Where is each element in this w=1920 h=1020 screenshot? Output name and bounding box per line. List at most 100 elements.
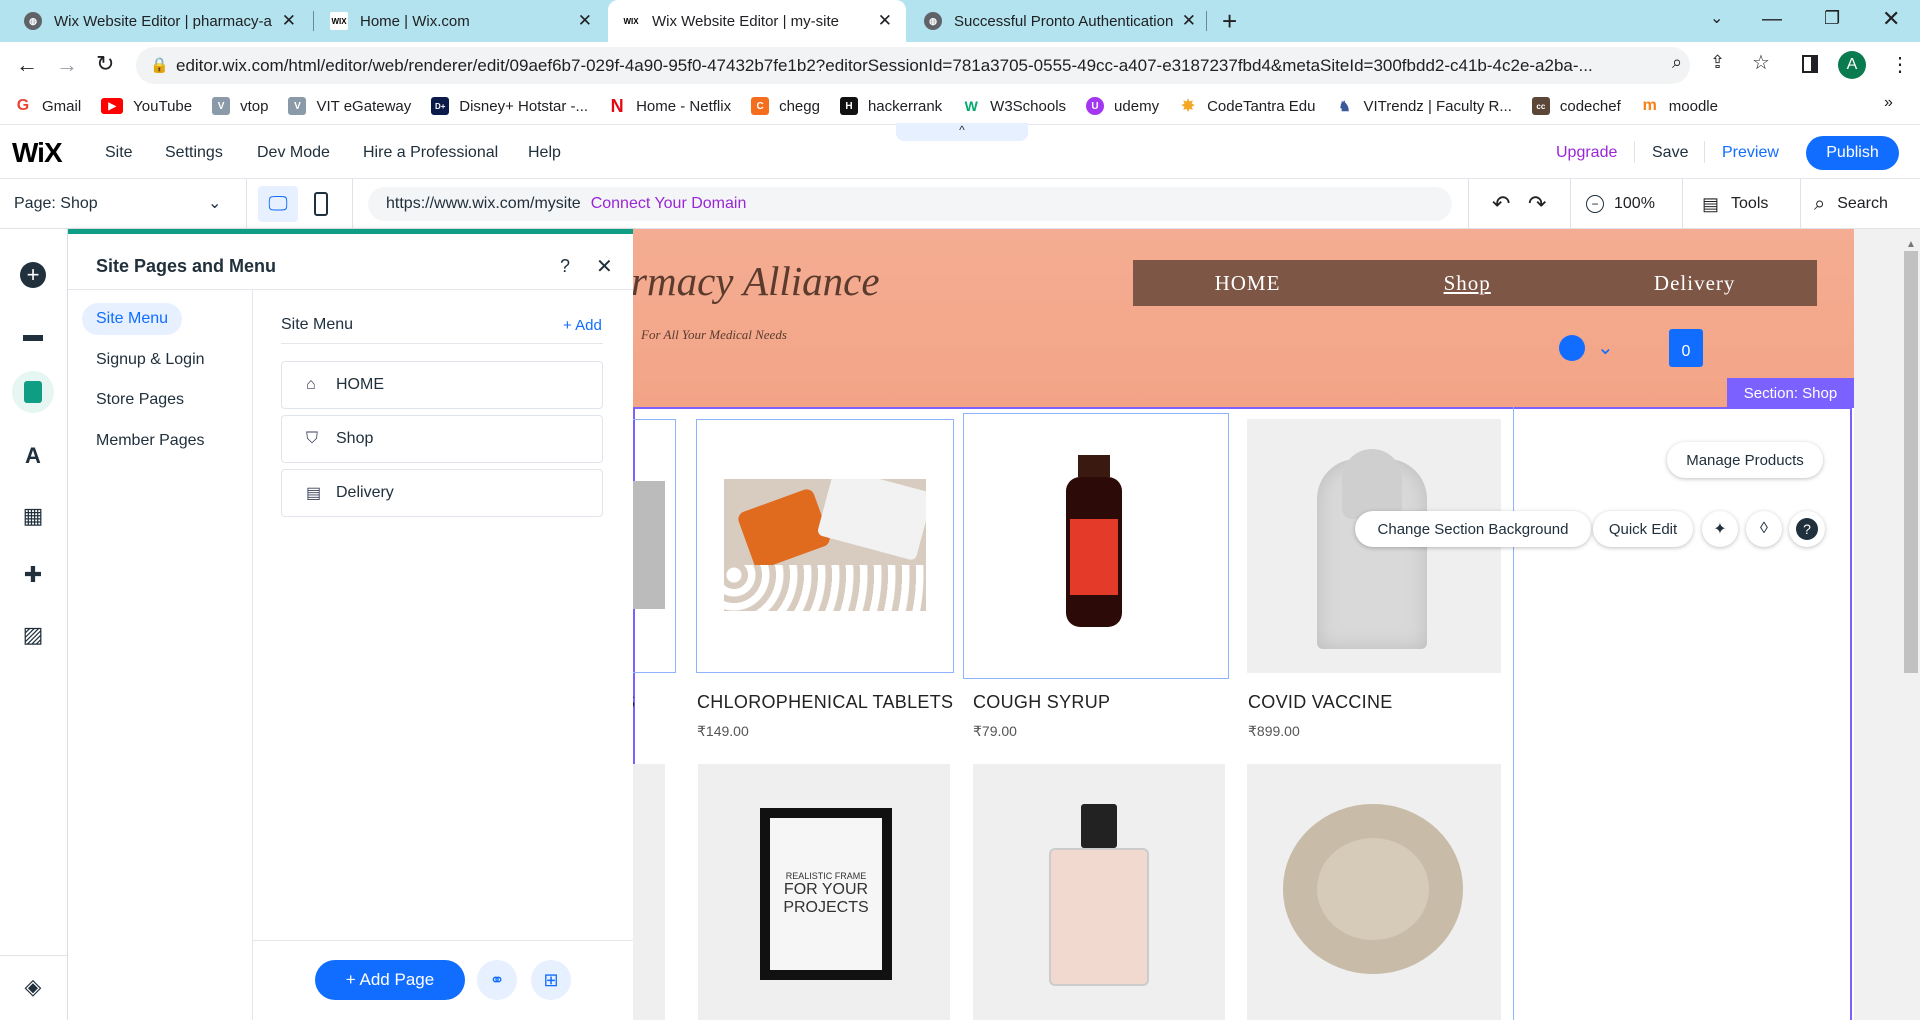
manage-products-button[interactable]: Manage Products — [1667, 442, 1823, 478]
product-price[interactable]: ₹79.00 — [973, 723, 1017, 740]
redo-icon[interactable]: ↷ — [1528, 191, 1546, 217]
add-page-button[interactable]: + Add Page — [315, 960, 465, 1000]
bookmark-vitrendz[interactable]: ♞ VITrendz | Faculty R... — [1335, 97, 1512, 115]
site-title[interactable]: rmacy Alliance — [633, 257, 880, 305]
scroll-up-icon[interactable]: ▲ — [1906, 239, 1916, 250]
page-item-delivery[interactable]: ▤ Delivery — [281, 469, 603, 517]
sections-icon[interactable]: ▬ — [20, 322, 46, 348]
product-image[interactable] — [633, 481, 665, 609]
wix-logo[interactable]: WiX — [12, 137, 63, 169]
site-nav-delivery[interactable]: Delivery — [1654, 271, 1735, 296]
layers-icon[interactable]: ◈ — [20, 974, 46, 1000]
browser-tab[interactable]: ◍ Successful Pronto Authentication ✕ — [910, 0, 1210, 42]
media-icon[interactable]: ▨ — [20, 622, 46, 648]
menu-help[interactable]: Help — [528, 125, 561, 180]
nav-site-menu[interactable]: Site Menu — [82, 303, 183, 335]
help-icon[interactable]: ? — [1789, 511, 1825, 547]
product-image-syrup[interactable] — [970, 419, 1222, 673]
cart-icon[interactable]: 0 — [1669, 329, 1703, 367]
collapse-toolbar-button[interactable]: ^ — [896, 123, 1028, 141]
bookmark-moodle[interactable]: m moodle — [1640, 97, 1718, 115]
restore-icon[interactable]: ❐ — [1824, 8, 1840, 29]
close-icon[interactable]: ✕ — [596, 254, 613, 279]
site-nav-shop[interactable]: Shop — [1444, 271, 1491, 296]
publish-button[interactable]: Publish — [1806, 136, 1899, 170]
canvas-scrollbar[interactable]: ▲ — [1854, 229, 1920, 1020]
share-icon[interactable]: ⇪ — [1710, 52, 1725, 73]
editor-canvas[interactable]: rmacy Alliance For All Your Medical Need… — [633, 229, 1854, 1020]
bookmark-codechef[interactable]: cc codechef — [1531, 97, 1621, 115]
product-image-scarf[interactable] — [1247, 764, 1501, 1020]
add-folder-icon[interactable]: ⊞ — [531, 960, 571, 1000]
bookmark-codetantra[interactable]: ✸ CodeTantra Edu — [1179, 97, 1315, 115]
search-button[interactable]: ⌕ Search — [1814, 179, 1888, 229]
bookmark-w3schools[interactable]: W W3Schools — [962, 97, 1066, 115]
undo-icon[interactable]: ↶ — [1492, 191, 1510, 217]
back-icon[interactable]: ← — [16, 52, 38, 78]
browser-tab-active[interactable]: WIX Wix Website Editor | my-site ✕ — [608, 0, 906, 42]
close-icon[interactable]: ✕ — [282, 11, 296, 31]
magic-wand-icon[interactable]: ✦ — [1702, 511, 1738, 547]
preview-button[interactable]: Preview — [1722, 125, 1779, 180]
menu-dev-mode[interactable]: Dev Mode — [257, 125, 330, 180]
bookmark-vit-egateway[interactable]: V VIT eGateway — [288, 97, 411, 115]
address-bar[interactable]: 🔒 editor.wix.com/html/editor/web/rendere… — [136, 47, 1690, 84]
bookmark-udemy[interactable]: Uudemy — [1086, 97, 1159, 115]
tools-button[interactable]: ▤ Tools — [1702, 179, 1768, 229]
sidepanel-icon[interactable] — [1802, 55, 1818, 73]
chevron-down-icon[interactable]: ⌄ — [1597, 335, 1614, 360]
upgrade-link[interactable]: Upgrade — [1556, 125, 1617, 180]
apps-icon[interactable]: ▦ — [20, 503, 46, 529]
new-tab-button[interactable]: + — [1222, 6, 1237, 37]
menu-hire-professional[interactable]: Hire a Professional — [363, 125, 498, 180]
bookmark-gmail[interactable]: G Gmail — [14, 97, 81, 115]
help-icon[interactable]: ? — [560, 256, 570, 277]
bookmark-star-icon[interactable]: ☆ — [1752, 50, 1770, 75]
page-item-shop[interactable]: ⛉ Shop — [281, 415, 603, 463]
nav-signup-login[interactable]: Signup & Login — [82, 344, 219, 376]
close-icon[interactable]: ✕ — [878, 11, 892, 31]
zoom-icon[interactable]: ⌕ — [1672, 52, 1682, 73]
close-window-icon[interactable]: ✕ — [1882, 6, 1900, 32]
more-bookmarks-icon[interactable]: » — [1884, 94, 1893, 112]
change-section-background-button[interactable]: Change Section Background — [1355, 511, 1591, 547]
reload-icon[interactable]: ↻ — [96, 51, 114, 77]
product-name[interactable]: COUGH SYRUP — [973, 692, 1110, 713]
bookmark-hotstar[interactable]: D+ Disney+ Hotstar -... — [431, 97, 588, 115]
bookmark-hackerrank[interactable]: Hhackerrank — [839, 97, 942, 115]
menu-site[interactable]: Site — [105, 125, 133, 180]
page-item-home[interactable]: ⌂ HOME — [281, 361, 603, 409]
connect-domain-link[interactable]: Connect Your Domain — [591, 195, 747, 213]
forward-icon[interactable]: → — [56, 52, 78, 78]
product-price[interactable]: ₹149.00 — [697, 723, 749, 740]
browser-tab[interactable]: ◍ Wix Website Editor | pharmacy-a ✕ — [10, 0, 310, 42]
minimize-icon[interactable]: — — [1762, 8, 1782, 31]
bookmark-netflix[interactable]: N Home - Netflix — [608, 96, 731, 116]
tab-search-icon[interactable]: ⌄ — [1710, 8, 1723, 28]
close-icon[interactable]: ✕ — [578, 11, 592, 31]
animation-icon[interactable]: ◊ — [1746, 511, 1782, 547]
site-header[interactable]: rmacy Alliance For All Your Medical Need… — [633, 229, 1854, 408]
bookmark-youtube[interactable]: ▶ YouTube — [101, 98, 192, 115]
add-menu-item-button[interactable]: + Add — [563, 317, 602, 334]
product-name[interactable]: CHLOROPHENICAL TABLETS — [697, 692, 953, 713]
business-apps-icon[interactable]: ✚ — [20, 562, 46, 588]
add-elements-icon[interactable]: + — [20, 262, 46, 288]
site-nav-menu[interactable]: HOME Shop Delivery — [1133, 260, 1817, 306]
section-label[interactable]: Section: Shop — [1727, 378, 1854, 408]
zoom-control[interactable]: − 100% — [1586, 179, 1655, 229]
close-icon[interactable]: ✕ — [1182, 11, 1196, 31]
bookmark-chegg[interactable]: Cchegg — [751, 97, 820, 115]
save-button[interactable]: Save — [1652, 125, 1688, 180]
product-price[interactable]: ₹899.00 — [1248, 723, 1300, 740]
site-tagline[interactable]: For All Your Medical Needs — [641, 327, 787, 343]
pages-icon-active[interactable] — [12, 371, 54, 413]
menu-settings[interactable]: Settings — [165, 125, 223, 180]
bookmark-vtop[interactable]: Vvtop — [212, 97, 268, 115]
scrollbar-thumb[interactable] — [1904, 251, 1918, 673]
mobile-view-icon[interactable] — [314, 192, 328, 216]
profile-avatar[interactable]: A — [1838, 51, 1866, 79]
add-link-icon[interactable]: ⚭ — [477, 960, 517, 1000]
design-icon[interactable]: A — [20, 443, 46, 469]
browser-tab[interactable]: WIX Home | Wix.com ✕ — [316, 0, 606, 42]
